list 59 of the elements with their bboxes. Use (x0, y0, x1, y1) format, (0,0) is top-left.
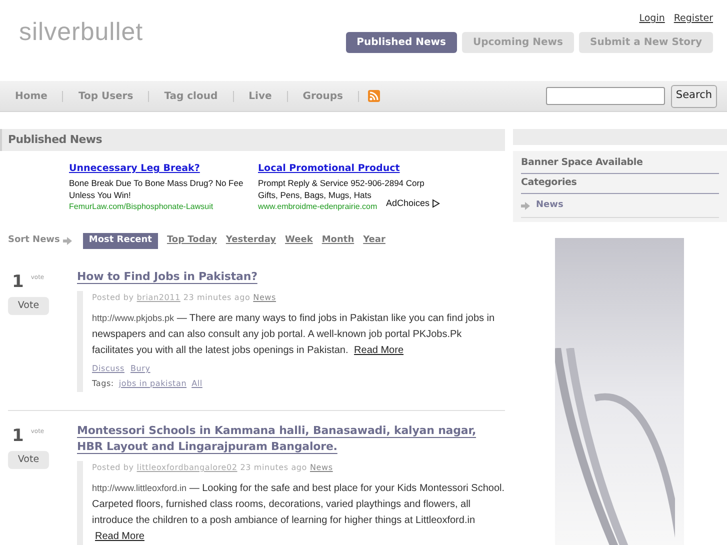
vote-button[interactable]: Vote (8, 297, 49, 315)
sort-option[interactable]: Yesterday (226, 233, 276, 249)
ad-url[interactable]: FemurLaw.com/Bisphosphonate-Lawsuit (69, 201, 258, 213)
search-field[interactable] (546, 87, 665, 105)
nav-link[interactable]: Top Users (78, 88, 134, 104)
read-more-link[interactable]: Read More (354, 345, 404, 356)
tag-link[interactable]: All (192, 378, 202, 390)
ad-choices-label[interactable]: AdChoices (386, 197, 430, 210)
sort-option[interactable]: Month (322, 233, 354, 249)
ad-text: Bone Break Due To Bone Mass Drug? No Fee Unless You Win! (69, 177, 244, 201)
section-header: Published News (0, 129, 505, 151)
tags-label: Tags: (92, 378, 114, 390)
nav-link[interactable]: Groups (302, 88, 343, 104)
ad-link[interactable]: Unnecessary Leg Break? (69, 162, 200, 177)
posted-by-label: Posted by (92, 462, 134, 474)
site-logo[interactable]: silverbullet (19, 14, 144, 44)
post-time: 23 minutes ago (240, 462, 307, 474)
arrow-icon (62, 237, 72, 245)
read-more-link[interactable]: Read More (95, 531, 144, 542)
story-text: http://www.littleoxford.in — Looking for the safe and best place for your Kids Montessori School. Carpeted floors, furnished class rooms, decorations, varied playthings and flowers, all introduce the children to a posh ambiance of learning for higher things at Littleoxford.in Read More (92, 482, 505, 544)
sort-option[interactable]: Most Recent (82, 233, 158, 249)
category-link[interactable]: News (536, 198, 564, 212)
sort-label: Sort News (8, 234, 60, 248)
vote-count: 1 (12, 427, 24, 445)
sort-option[interactable]: Top Today (166, 233, 217, 249)
vote-button[interactable]: Vote (8, 451, 49, 469)
nav-link[interactable]: Live (248, 88, 272, 104)
post-time: 23 minutes ago (183, 292, 250, 304)
story-action-link[interactable]: Discuss (92, 363, 124, 375)
story-text: http://www.pkjobs.pk — There are many ways to find jobs in Pakistan like you can find jobs in newspapers and can also consult any job portal. A well-known job portal PKJobs.Pk facilitates you with all the latest jobs openings in Pakistan. Read More (92, 312, 496, 358)
ad-banner-placeholder[interactable] (555, 238, 684, 545)
nav-tab[interactable]: Upcoming News (462, 32, 574, 54)
rss-icon[interactable] (368, 90, 380, 102)
ad-text: Prompt Reply & Service 952-906-2894 Corp Gifts, Pens, Bags, Mugs, Hats (258, 177, 424, 200)
story-action-link[interactable]: Bury (130, 363, 150, 375)
author-link[interactable]: brian2011 (136, 292, 180, 304)
nav-tab[interactable]: Submit a New Story (579, 32, 713, 54)
ad-url[interactable]: www.embroidme-edenprairie.com (258, 201, 384, 213)
sort-option[interactable]: Year (363, 233, 386, 249)
nav-tab[interactable]: Published News (346, 32, 457, 54)
sidebar-heading: Categories (521, 174, 719, 194)
sidebar-heading: Banner Space Available (521, 154, 719, 174)
ad-link[interactable]: Local Promotional Product (258, 162, 400, 177)
sort-option[interactable]: Week (285, 233, 313, 249)
header-link[interactable]: Register (674, 12, 713, 26)
tag-link[interactable]: jobs in pakistan (118, 378, 187, 390)
author-link[interactable]: littleoxfordbangalore02 (136, 462, 238, 474)
category-link[interactable]: News (253, 292, 276, 304)
search-button[interactable]: Search (670, 84, 717, 108)
arrow-icon (521, 202, 530, 210)
header-link[interactable]: Login (639, 12, 665, 26)
story-title[interactable]: Montessori Schools in Kammana halli, Banasawadi, kalyan nagar, HBR Layout and Lingarajpuram Bangalore. (77, 423, 505, 455)
play-icon[interactable] (432, 199, 440, 208)
vote-count: 1 (12, 273, 24, 291)
category-link[interactable]: News (310, 462, 333, 474)
story-title[interactable]: How to Find Jobs in Pakistan? (77, 269, 505, 285)
nav-link[interactable]: Tag cloud (164, 88, 218, 104)
nav-link[interactable]: Home (15, 88, 48, 104)
posted-by-label: Posted by (92, 292, 134, 304)
